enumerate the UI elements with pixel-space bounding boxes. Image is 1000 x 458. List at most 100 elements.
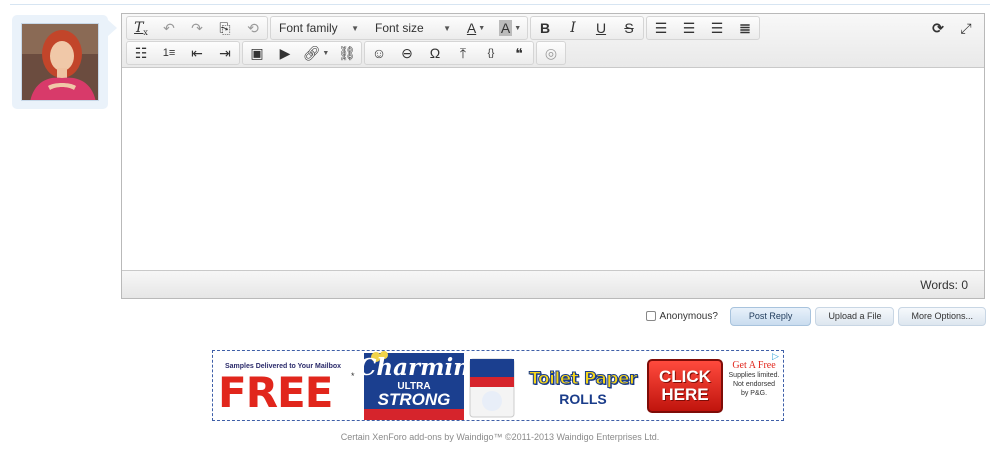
anonymous-label: Anonymous? bbox=[659, 310, 718, 322]
undo-icon: ↶ bbox=[163, 19, 175, 36]
history-icon: ⟲ bbox=[247, 19, 259, 36]
ad-fine-1: Supplies limited. bbox=[728, 372, 780, 379]
ad-product-line1: Toilet Paper bbox=[529, 369, 638, 390]
editor-statusbar: Words: 0 bbox=[122, 270, 984, 298]
clear-format-button[interactable]: Tx bbox=[127, 17, 155, 39]
insert-media-button[interactable]: ▶ bbox=[271, 42, 299, 64]
redo-button[interactable]: ↷ bbox=[183, 17, 211, 39]
align-justify-icon: ≣ bbox=[739, 19, 751, 36]
redo-icon: ↷ bbox=[191, 19, 203, 36]
ad-free-text: FREE bbox=[218, 368, 333, 417]
ad-click-here-button[interactable]: CLICK HERE bbox=[647, 359, 723, 413]
charmin-product-image: Charmin ULTRA STRONG bbox=[358, 351, 518, 420]
page: Tx ↶ ↷ ⎘ ⟲ Font family ▼ Font size ▼ A ▼ A ▼… bbox=[0, 0, 1000, 458]
unlink-button[interactable]: ⛓ bbox=[333, 42, 361, 64]
refresh-icon: ⟳ bbox=[932, 19, 944, 36]
strong-text: STRONG bbox=[378, 390, 451, 409]
code-icon: {} bbox=[487, 47, 495, 59]
ad-banner[interactable]: ▷ Samples Delivered to Your Mailbox FREE… bbox=[212, 350, 784, 421]
editor-toolbar: Tx ↶ ↷ ⎘ ⟲ Font family ▼ Font size ▼ A ▼ A ▼… bbox=[122, 14, 984, 68]
switch-mode-button[interactable]: ⟳ bbox=[924, 17, 952, 39]
align-right-icon: ☰ bbox=[710, 19, 724, 36]
toolbar-right-group: ⟳ ⤢ bbox=[924, 16, 980, 40]
style-group: B I U S bbox=[530, 16, 644, 40]
ad-disclaimer: Get A Free Supplies limited. Not endorse… bbox=[727, 360, 781, 398]
italic-button[interactable]: I bbox=[559, 17, 587, 39]
font-size-select[interactable]: Font size ▼ bbox=[367, 17, 459, 39]
post-reply-button[interactable]: Post Reply bbox=[729, 306, 812, 326]
chevron-down-icon: ▼ bbox=[514, 24, 522, 32]
editor-content-area[interactable] bbox=[122, 69, 984, 271]
insert-link-button[interactable]: 🔗︎ ▼ bbox=[299, 42, 333, 64]
indent-button[interactable]: ⇥ bbox=[211, 42, 239, 64]
chevron-down-icon: ▼ bbox=[443, 23, 451, 33]
upload-button[interactable]: ⤒ bbox=[449, 42, 477, 64]
chevron-down-icon: ▼ bbox=[478, 24, 486, 32]
media-icon: ▶ bbox=[279, 44, 291, 61]
underline-button[interactable]: U bbox=[587, 17, 615, 39]
paste-button[interactable]: ⎘ bbox=[211, 17, 239, 39]
numbered-list-icon: 1≡ bbox=[162, 47, 176, 59]
text-color-icon: A bbox=[466, 20, 477, 36]
anonymous-toggle[interactable]: Anonymous? bbox=[645, 310, 718, 322]
top-divider bbox=[10, 4, 990, 5]
extra-group: ☺ ⊖ Ω ⤒ {} ❝ bbox=[364, 41, 534, 65]
history-group: Tx ↶ ↷ ⎘ ⟲ bbox=[126, 16, 268, 40]
submit-row: Anonymous? Post Reply Upload a File More… bbox=[645, 306, 986, 326]
quote-button[interactable]: ❝ bbox=[505, 42, 533, 64]
font-family-select[interactable]: Font family ▼ bbox=[271, 17, 367, 39]
ad-asterisk: * bbox=[351, 371, 355, 381]
toolbar-row-2: ☷ 1≡ ⇤ ⇥ ▣ ▶ 🔗︎ ▼ ⛓ ☺ ⊖ Ω ⤒ {} ❝ ◎ bbox=[126, 41, 568, 65]
bullet-list-icon: ☷ bbox=[134, 44, 148, 61]
upload-icon: ⤒ bbox=[459, 44, 467, 61]
insert-image-button[interactable]: ▣ bbox=[243, 42, 271, 64]
toolbar-row-1: Tx ↶ ↷ ⎘ ⟲ Font family ▼ Font size ▼ A ▼ A ▼… bbox=[126, 16, 762, 40]
ad-product: Toilet Paper ROLLS bbox=[518, 369, 648, 408]
special-characters-button[interactable]: Ω bbox=[421, 42, 449, 64]
unlink-icon: ⛓ bbox=[338, 44, 356, 61]
bold-button[interactable]: B bbox=[531, 17, 559, 39]
smilies-button[interactable]: ☺ bbox=[365, 42, 393, 64]
align-right-button[interactable]: ☰ bbox=[703, 17, 731, 39]
paste-icon: ⎘ bbox=[219, 19, 231, 36]
omega-icon: Ω bbox=[429, 45, 441, 61]
spoiler-icon: ⊖ bbox=[401, 44, 413, 61]
clear-format-icon: T bbox=[134, 20, 144, 36]
eye-slash-icon: ◎ bbox=[544, 44, 558, 61]
anonymous-checkbox[interactable] bbox=[645, 311, 656, 321]
align-center-button[interactable]: ☰ bbox=[675, 17, 703, 39]
upload-file-button[interactable]: Upload a File bbox=[815, 306, 895, 326]
undo-button[interactable]: ↶ bbox=[155, 17, 183, 39]
align-justify-button[interactable]: ≣ bbox=[731, 17, 759, 39]
avatar[interactable] bbox=[21, 23, 99, 101]
ad-click-line1: CLICK bbox=[659, 367, 711, 386]
ad-get-free: Get A Free bbox=[732, 360, 776, 371]
rich-text-editor: Tx ↶ ↷ ⎘ ⟲ Font family ▼ Font size ▼ A ▼ A ▼… bbox=[121, 13, 985, 299]
text-color-button[interactable]: A ▼ bbox=[459, 17, 493, 39]
image-icon: ▣ bbox=[250, 44, 264, 61]
outdent-icon: ⇤ bbox=[191, 44, 203, 61]
numbered-list-button[interactable]: 1≡ bbox=[155, 42, 183, 64]
chevron-down-icon: ▼ bbox=[351, 23, 359, 33]
bullet-list-button[interactable]: ☷ bbox=[127, 42, 155, 64]
charmin-logo-text: Charmin bbox=[358, 354, 470, 381]
code-button[interactable]: {} bbox=[477, 42, 505, 64]
more-options-button[interactable]: More Options... bbox=[898, 306, 986, 326]
bold-icon: B bbox=[539, 20, 551, 36]
word-count: Words: 0 bbox=[920, 277, 968, 292]
ad-fine-3: by P&G. bbox=[740, 390, 768, 397]
background-color-button[interactable]: A ▼ bbox=[493, 17, 527, 39]
insert-group: ▣ ▶ 🔗︎ ▼ ⛓ bbox=[242, 41, 362, 65]
strikethrough-button[interactable]: S bbox=[615, 17, 643, 39]
align-group: ☰ ☰ ☰ ≣ bbox=[646, 16, 760, 40]
align-left-button[interactable]: ☰ bbox=[647, 17, 675, 39]
fullscreen-icon: ⤢ bbox=[960, 19, 972, 36]
restore-draft-button[interactable]: ⟲ bbox=[239, 17, 267, 39]
preview-button[interactable]: ◎ bbox=[537, 42, 565, 64]
font-group: Font family ▼ Font size ▼ A ▼ A ▼ bbox=[270, 16, 528, 40]
ad-click-line2: HERE bbox=[661, 385, 709, 404]
fullscreen-button[interactable]: ⤢ bbox=[952, 17, 980, 39]
spoiler-button[interactable]: ⊖ bbox=[393, 42, 421, 64]
align-left-icon: ☰ bbox=[654, 19, 668, 36]
outdent-button[interactable]: ⇤ bbox=[183, 42, 211, 64]
